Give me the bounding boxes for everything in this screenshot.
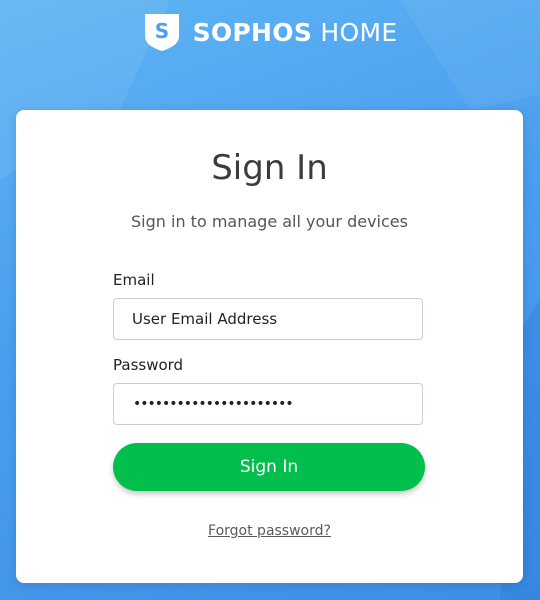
password-field[interactable]: ••••••••••••••••••••••: [113, 383, 423, 425]
page-title: Sign In: [211, 148, 328, 188]
forgot-password-container: Forgot password?: [16, 523, 523, 539]
sophos-home-logo: S SOPHOS HOME: [0, 12, 540, 52]
logo-wordmark: SOPHOS HOME: [193, 20, 398, 45]
sign-in-button[interactable]: Sign In: [113, 443, 425, 491]
shield-letter: S: [154, 19, 168, 43]
sign-in-card: Sign In Sign in to manage all your devic…: [16, 110, 523, 583]
forgot-password-link[interactable]: Forgot password?: [208, 523, 331, 539]
password-masked-value: ••••••••••••••••••••••: [133, 396, 294, 412]
email-label: Email: [113, 271, 155, 289]
password-label: Password: [113, 356, 184, 374]
logo-product: HOME: [320, 17, 398, 47]
page-subtitle: Sign in to manage all your devices: [131, 212, 408, 231]
logo-brand: SOPHOS: [192, 17, 313, 47]
sophos-shield-icon: S: [144, 14, 179, 51]
email-field[interactable]: [113, 298, 423, 340]
